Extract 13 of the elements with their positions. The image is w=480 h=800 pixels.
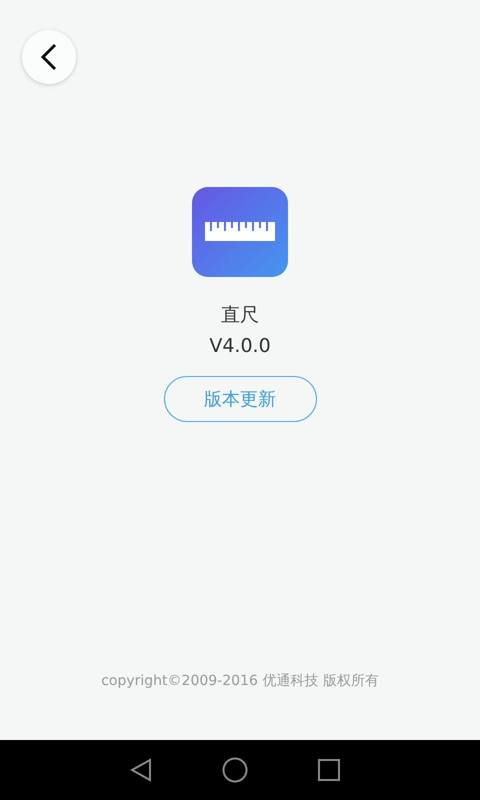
back-icon: [39, 43, 59, 71]
home-circle-icon: [222, 757, 248, 783]
back-triangle-icon: [130, 758, 152, 782]
back-button[interactable]: [22, 30, 76, 84]
app-version: V4.0.0: [209, 334, 271, 358]
back-nav-button[interactable]: [130, 758, 152, 782]
copyright-text: copyright©2009-2016 优通科技 版权所有: [101, 672, 379, 690]
app-name: 直尺: [221, 303, 259, 327]
recents-nav-button[interactable]: [318, 759, 340, 781]
home-nav-button[interactable]: [222, 757, 248, 783]
ruler-app-icon: [192, 187, 288, 277]
update-button[interactable]: 版本更新: [164, 376, 316, 422]
recents-square-icon: [318, 759, 340, 781]
